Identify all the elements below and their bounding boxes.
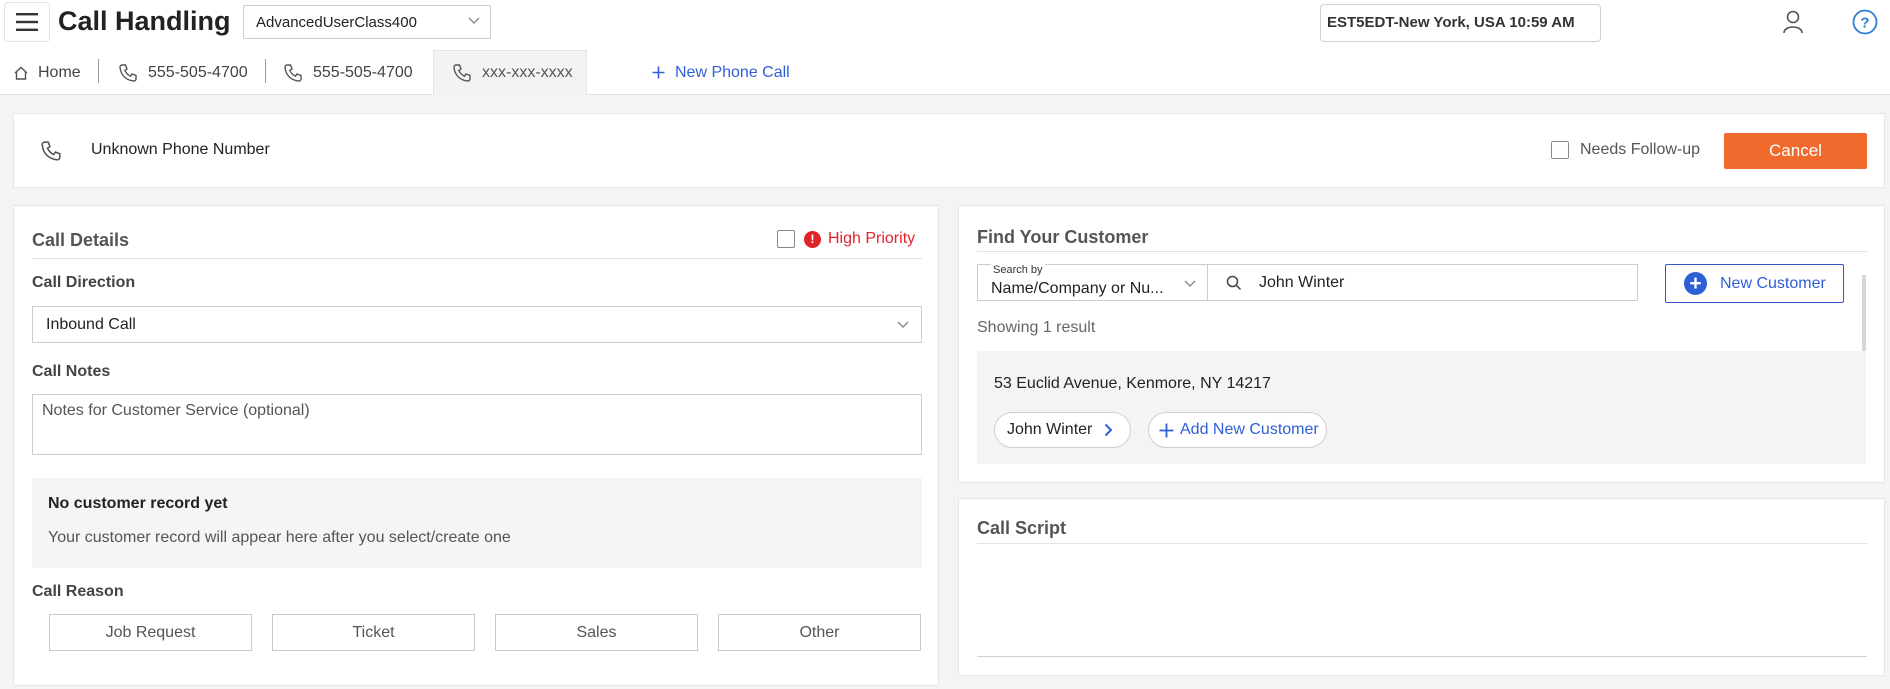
divider [977,543,1867,544]
cancel-button[interactable]: Cancel [1724,133,1867,169]
reason-other-button[interactable]: Other [718,614,921,651]
find-customer-panel: Find Your Customer Search by Name/Compan… [958,205,1885,483]
tab-call-2[interactable]: 555-505-4700 [283,50,413,95]
tab-divider [98,59,99,83]
search-result-item: 53 Euclid Avenue, Kenmore, NY 14217 John… [977,351,1866,464]
alert-icon: ! [804,230,821,248]
select-contact-button[interactable]: John Winter [994,412,1131,448]
plus-icon [1159,423,1174,437]
svg-text:?: ? [1860,15,1869,32]
empty-record-title: No customer record yet [48,495,228,512]
call-notes-textarea[interactable]: Notes for Customer Service (optional) [32,394,922,455]
reason-sales-button[interactable]: Sales [495,614,698,651]
tab-label: 555-505-4700 [313,63,413,81]
tab-call-1[interactable]: 555-505-4700 [118,50,248,95]
call-script-panel: Call Script [958,498,1885,676]
phone-icon [41,141,61,161]
result-count: Showing 1 result [977,319,1096,336]
result-address: 53 Euclid Avenue, Kenmore, NY 14217 [994,375,1271,392]
chevron-right-icon [1105,423,1113,437]
new-phone-call-button[interactable]: New Phone Call [652,50,790,95]
user-class-select[interactable]: AdvancedUserClass400 [243,5,491,39]
add-new-customer-label: Add New Customer [1180,421,1319,438]
chevron-down-icon [1184,280,1196,287]
search-by-caption: Search by [991,264,1045,276]
phone-number-label: Unknown Phone Number [91,141,270,158]
contact-name: John Winter [1007,421,1093,438]
phone-icon [284,63,302,82]
help-icon[interactable]: ? [1852,9,1878,35]
search-by-value: Name/Company or Nu... [991,280,1164,297]
tab-bar: Home 555-505-4700 555-505-4700 xxx-xxx-x… [0,45,1890,95]
chevron-down-icon [468,17,480,24]
user-class-value: AdvancedUserClass400 [256,14,417,31]
call-direction-select[interactable]: Inbound Call [32,306,922,343]
page-title: Call Handling [58,6,231,36]
new-phone-call-label: New Phone Call [675,63,790,81]
high-priority-toggle[interactable]: ! High Priority [777,230,915,248]
tab-label: xxx-xxx-xxxx [482,64,573,81]
new-customer-label: New Customer [1720,274,1826,292]
menu-button[interactable] [4,2,50,42]
call-direction-label: Call Direction [32,274,136,291]
high-priority-label: High Priority [828,230,916,247]
hamburger-icon [16,13,38,31]
plus-icon [652,66,665,79]
new-customer-button[interactable]: + New Customer [1665,264,1844,303]
reason-job-request-button[interactable]: Job Request [49,614,252,651]
tab-label: Home [38,63,81,81]
user-profile-icon[interactable] [1782,10,1804,34]
call-reason-label: Call Reason [32,583,124,600]
customer-search-input[interactable]: John Winter [1208,264,1638,301]
add-new-customer-button[interactable]: Add New Customer [1148,412,1327,448]
search-by-select[interactable]: Search by Name/Company or Nu... [977,264,1208,301]
tab-label: 555-505-4700 [148,63,248,81]
needs-followup-label: Needs Follow-up [1580,141,1701,158]
call-notes-label: Call Notes [32,363,111,380]
customer-search-value: John Winter [1259,274,1345,291]
plus-circle-icon: + [1684,272,1707,295]
call-direction-value: Inbound Call [46,316,136,333]
needs-followup-toggle[interactable]: Needs Follow-up [1551,141,1700,159]
phone-icon [453,64,471,82]
top-bar: Call Handling AdvancedUserClass400 EST5E… [0,0,1890,45]
empty-record-text: Your customer record will appear here af… [48,529,511,546]
divider [977,656,1867,657]
reason-ticket-button[interactable]: Ticket [272,614,475,651]
home-icon [14,66,28,80]
tab-home[interactable]: Home [14,50,81,95]
search-icon [1226,275,1242,291]
tab-divider [265,59,266,83]
high-priority-checkbox[interactable] [777,230,795,248]
find-customer-title: Find Your Customer [977,227,1149,247]
divider [977,251,1867,252]
phone-number-bar: Unknown Phone Number Needs Follow-up Can… [13,113,1885,188]
customer-record-placeholder: No customer record yet Your customer rec… [32,478,922,568]
call-details-panel: Call Details ! High Priority Call Direct… [13,205,939,686]
tab-call-active[interactable]: xxx-xxx-xxxx [433,50,587,95]
call-script-title: Call Script [977,518,1067,538]
timezone-display: EST5EDT-New York, USA 10:59 AM [1320,4,1601,42]
phone-icon [119,63,137,82]
call-details-title: Call Details [32,230,130,250]
divider [32,258,922,259]
needs-followup-checkbox[interactable] [1551,141,1569,159]
chevron-down-icon [897,321,909,328]
